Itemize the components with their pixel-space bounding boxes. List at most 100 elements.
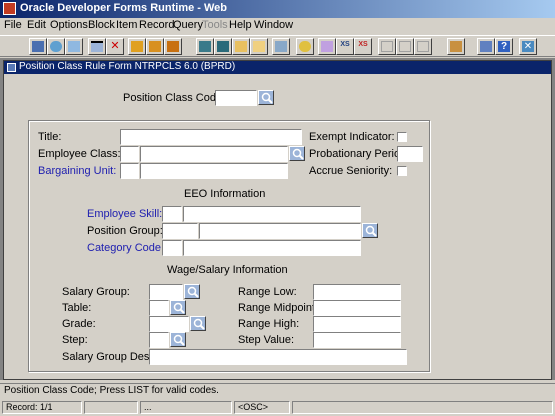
- exit-form-button[interactable]: ✕: [519, 38, 537, 55]
- exit-x-icon: ✕: [522, 41, 534, 52]
- range-midpoint-input[interactable]: [313, 300, 401, 316]
- block-previous-button[interactable]: [128, 38, 146, 55]
- form-body: Position Class Code: Title: Employee Cla…: [4, 74, 551, 379]
- status-mode: <OSC>: [234, 401, 290, 414]
- bargaining-unit-input[interactable]: [120, 163, 139, 179]
- search-icon: [173, 302, 185, 314]
- menu-block[interactable]: Block: [88, 19, 115, 31]
- position-group-input[interactable]: [162, 223, 198, 239]
- search-icon: [193, 318, 205, 330]
- save-button[interactable]: [29, 38, 47, 55]
- xs-button-2[interactable]: XS: [354, 38, 372, 55]
- exempt-indicator-checkbox[interactable]: [397, 132, 407, 142]
- table-input[interactable]: [149, 300, 169, 316]
- eeo-header: EEO Information: [184, 188, 266, 200]
- range-low-input[interactable]: [313, 284, 401, 300]
- title-label: Title:: [38, 131, 62, 143]
- down-arrow-icon: [217, 41, 229, 52]
- help-button[interactable]: ?: [495, 38, 513, 55]
- category-code-input[interactable]: [162, 240, 182, 256]
- step-input[interactable]: [149, 332, 169, 348]
- xs-label-2: XS: [358, 41, 368, 48]
- range-high-label: Range High:: [238, 318, 300, 330]
- exit-button[interactable]: [65, 38, 83, 55]
- search-icon: [292, 148, 304, 160]
- accrue-seniority-label: Accrue Seniority:: [309, 165, 393, 177]
- title-input[interactable]: [120, 129, 302, 145]
- table-label: Table:: [62, 302, 92, 314]
- window-title-bar: Oracle Developer Forms Runtime - Web: [0, 0, 555, 18]
- position-group-lov-button[interactable]: [362, 223, 378, 238]
- window-button[interactable]: [447, 38, 465, 55]
- previous-record-button[interactable]: [196, 38, 214, 55]
- step-value-input[interactable]: [313, 332, 401, 348]
- position-class-code-label: Position Class Code:: [123, 92, 226, 104]
- status-cell-trailing: [292, 401, 553, 414]
- salary-group-label: Salary Group:: [62, 286, 130, 298]
- position-group-desc: [199, 223, 361, 239]
- cancel-query-button[interactable]: ✕: [106, 38, 124, 55]
- block-icon: [131, 41, 143, 52]
- employee-class-lov-button[interactable]: [289, 146, 305, 161]
- form-window: Position Class Rule Form NTRPCLS 6.0 (BP…: [3, 60, 552, 380]
- position-class-code-input[interactable]: [215, 90, 257, 106]
- print-icon: [275, 41, 287, 52]
- position-class-lov-button[interactable]: [258, 90, 274, 105]
- step-value-label: Step Value:: [238, 334, 295, 346]
- edit-icon: [321, 41, 333, 52]
- disabled-tool-2: [396, 38, 414, 55]
- menu-window[interactable]: Window: [254, 19, 293, 31]
- print-button[interactable]: [272, 38, 290, 55]
- menu-help[interactable]: Help: [229, 19, 252, 31]
- category-code-desc: [183, 240, 361, 256]
- table-lov-button[interactable]: [170, 300, 186, 315]
- block-next-button[interactable]: [164, 38, 182, 55]
- edit-button[interactable]: [318, 38, 336, 55]
- status-ellipsis: ...: [140, 401, 232, 414]
- options-button[interactable]: [296, 38, 314, 55]
- employee-skill-label: Employee Skill:: [87, 208, 163, 220]
- insert-record-button[interactable]: [232, 38, 250, 55]
- duplicate-record-button[interactable]: [250, 38, 268, 55]
- cancel-icon: ✕: [110, 40, 120, 52]
- grade-lov-button[interactable]: [190, 316, 206, 331]
- menu-edit[interactable]: Edit: [27, 19, 46, 31]
- menu-item[interactable]: Item: [116, 19, 137, 31]
- rollback-button[interactable]: [47, 38, 65, 55]
- menu-query[interactable]: Query: [173, 19, 203, 31]
- next-record-button[interactable]: [214, 38, 232, 55]
- window-icon: [450, 41, 462, 52]
- range-midpoint-label: Range Midpoint:: [238, 302, 319, 314]
- record-button[interactable]: [146, 38, 164, 55]
- menu-options[interactable]: Options: [50, 19, 88, 31]
- toolbar: ✕ XS XS ? ✕: [0, 35, 555, 57]
- menu-record[interactable]: Record: [139, 19, 174, 31]
- grade-input[interactable]: [149, 316, 189, 332]
- wage-salary-header: Wage/Salary Information: [167, 264, 288, 276]
- exempt-indicator-label: Exempt Indicator:: [309, 131, 395, 143]
- insert-icon: [235, 41, 247, 52]
- up-arrow-icon: [199, 41, 211, 52]
- rollback-icon: [50, 41, 62, 52]
- employee-class-input[interactable]: [120, 146, 139, 162]
- employee-skill-input[interactable]: [162, 206, 182, 222]
- enter-query-button[interactable]: [88, 38, 106, 55]
- step-lov-button[interactable]: [170, 332, 186, 347]
- salary-group-lov-button[interactable]: [184, 284, 200, 299]
- menu-file[interactable]: File: [4, 19, 22, 31]
- probationary-period-input[interactable]: [397, 146, 423, 162]
- bargaining-unit-label: Bargaining Unit:: [38, 165, 117, 177]
- disabled-icon-3: [417, 41, 429, 52]
- salary-group-input[interactable]: [149, 284, 183, 300]
- salary-group-desc-input: [149, 349, 407, 365]
- accrue-seniority-checkbox[interactable]: [397, 166, 407, 176]
- keys-button[interactable]: [477, 38, 495, 55]
- status-cell-empty: [84, 401, 138, 414]
- xs-button-1[interactable]: XS: [336, 38, 354, 55]
- disabled-tool-3: [414, 38, 432, 55]
- range-high-input[interactable]: [313, 316, 401, 332]
- duplicate-icon: [253, 41, 265, 52]
- bargaining-unit-desc: [140, 163, 288, 179]
- options-icon: [299, 41, 311, 52]
- status-bar: Record: 1/1 ... <OSC>: [0, 399, 555, 416]
